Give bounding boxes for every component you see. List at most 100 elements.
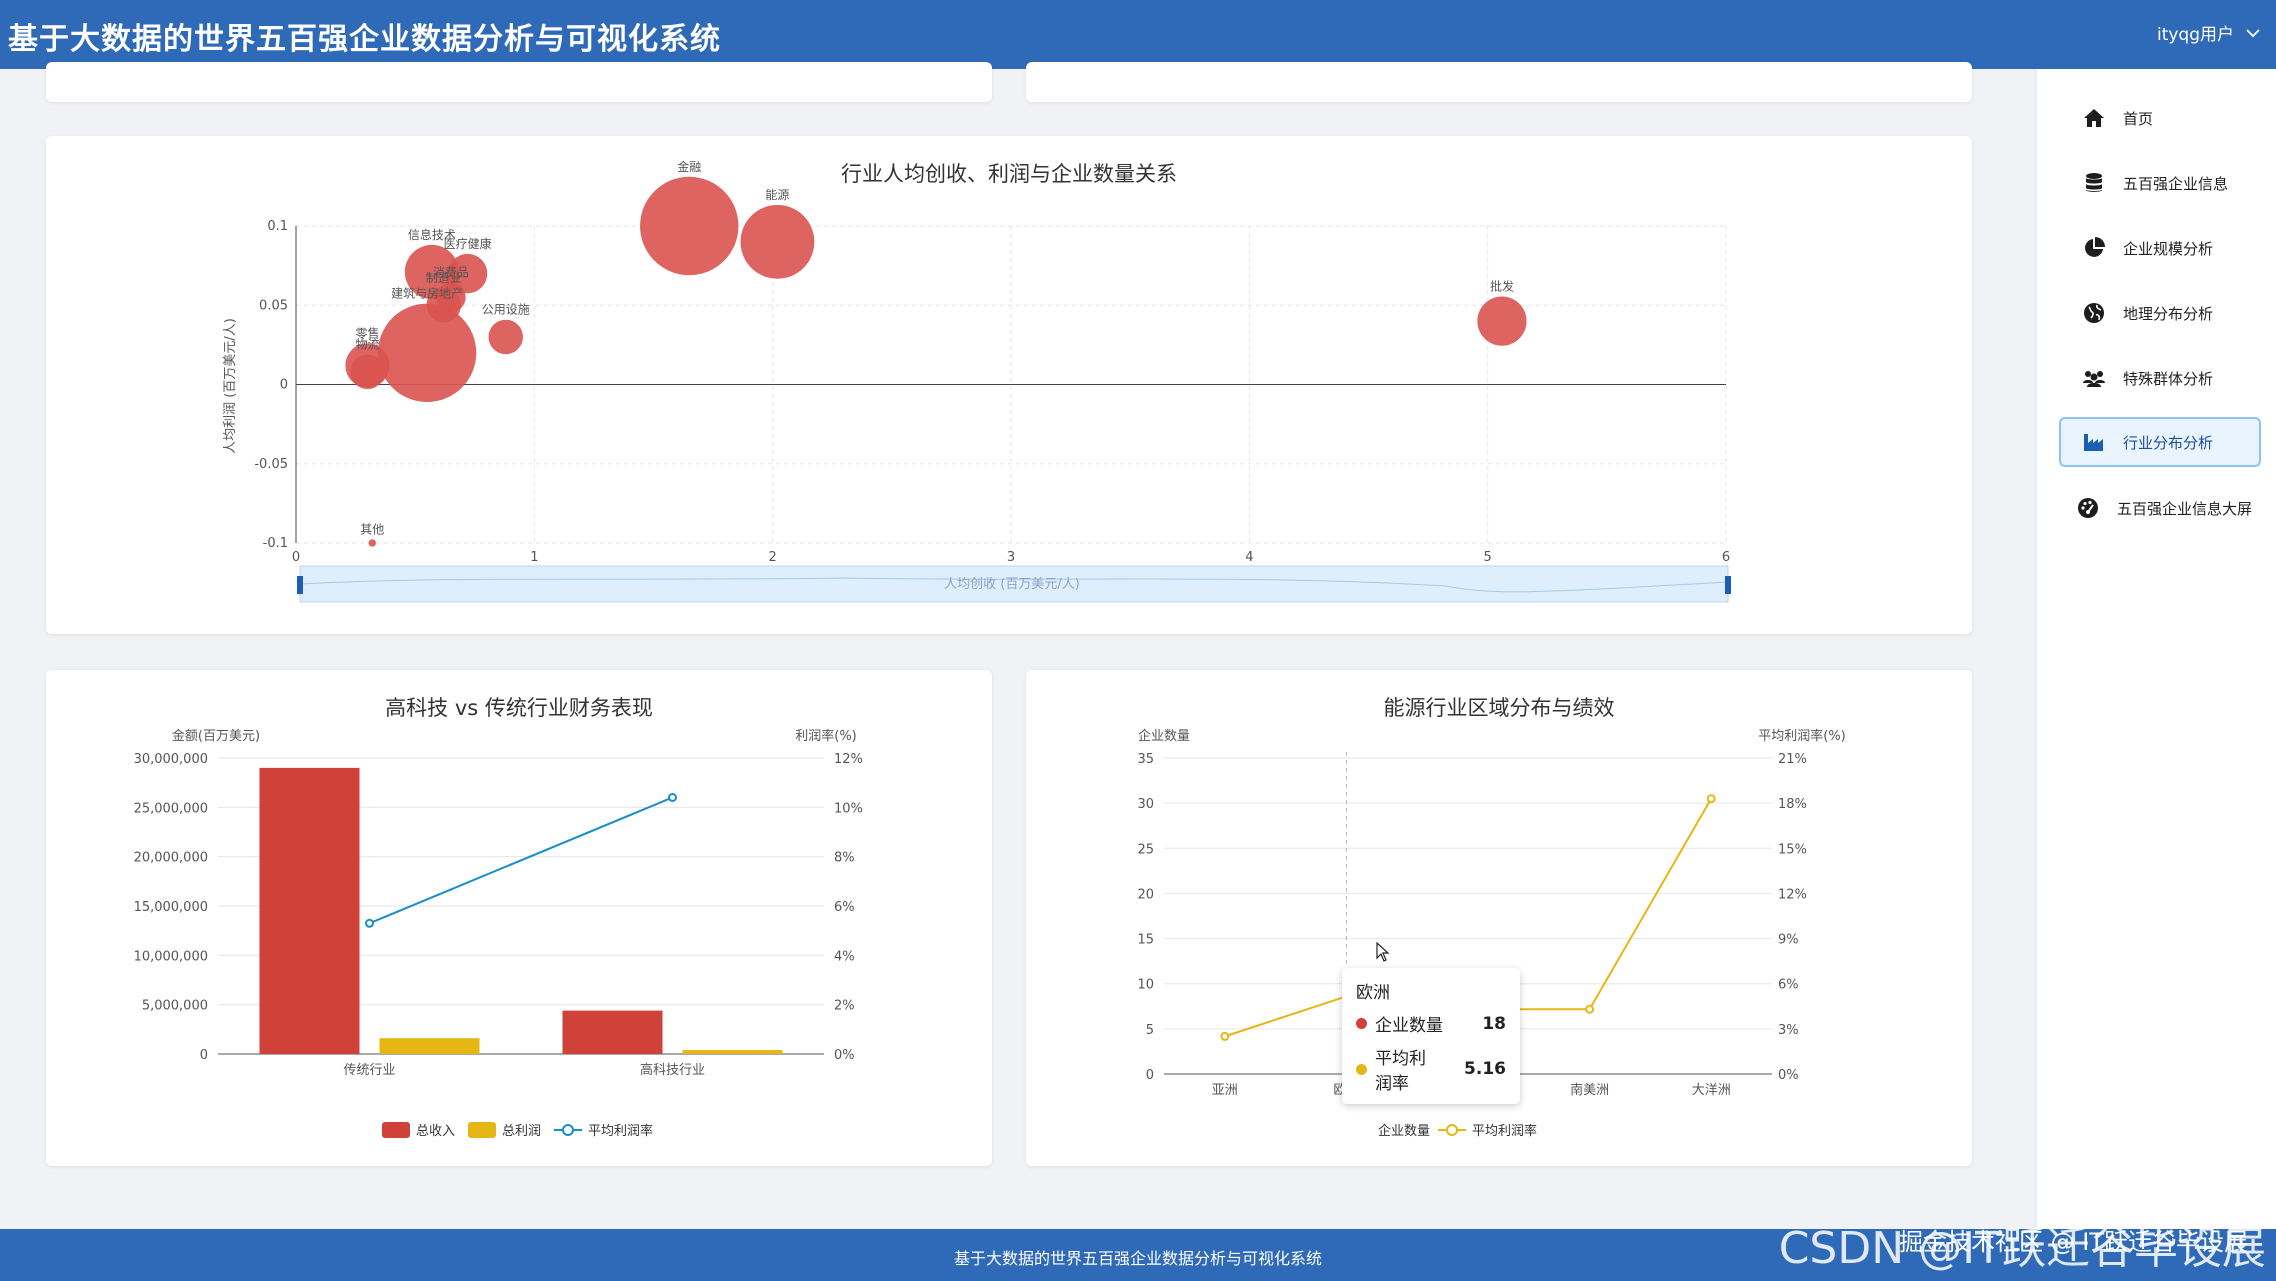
- bar-总利润: [682, 1050, 783, 1054]
- x-tick-label: 大洋洲: [1692, 1083, 1731, 1098]
- bubble-label: 金融: [677, 159, 701, 174]
- left-tick-label: 15: [1137, 933, 1154, 948]
- right-tick-label: 12%: [834, 752, 863, 767]
- legend-label: 总利润: [502, 1124, 541, 1139]
- x-axis-label: 人均创收 (百万美元/人): [944, 577, 1080, 592]
- sidebar-item-industry[interactable]: 行业分布分析: [2059, 417, 2261, 467]
- right-tick-label: 12%: [1778, 887, 1807, 902]
- line-avg-margin: [369, 796, 673, 925]
- user-menu[interactable]: ityqg用户: [2157, 20, 2262, 45]
- dashboard-icon: [2075, 495, 2101, 521]
- globe-icon: [2081, 300, 2107, 326]
- mouse-cursor-icon: [1376, 942, 1390, 962]
- bubble-label: 医疗健康: [444, 236, 492, 251]
- sidebar-item-scale[interactable]: 企业规模分析: [2059, 223, 2261, 273]
- right-tick-label: 18%: [1778, 797, 1807, 812]
- line-point: [1706, 794, 1716, 804]
- left-tick-label: 30: [1137, 797, 1154, 812]
- left-axis-label: 企业数量: [1138, 728, 1190, 744]
- bar-总收入: [259, 767, 360, 1054]
- zoom-handle-right: [1725, 576, 1731, 594]
- sidebar-item-label: 企业规模分析: [2123, 239, 2214, 258]
- sidebar-item-home[interactable]: 首页: [2059, 93, 2261, 143]
- bubble-chart: 0 1 2 3 4 5 6 0.1 0.05 0 -0.05 -0.1 人均利润 (百万美元/人) 人均创…: [223, 159, 1731, 603]
- left-tick-label: 35: [1137, 752, 1154, 767]
- legend-swatch: [562, 1124, 574, 1136]
- left-axis-label: 金额(百万美元): [172, 728, 260, 744]
- x-tick-label: 5: [1484, 550, 1492, 565]
- bar-chart: 金额(百万美元) 利润率(%) 0 0% 5,000,000 2% 10,000,000 4%…: [134, 728, 863, 1139]
- line-point: [1220, 1031, 1230, 1041]
- legend-swatch: [382, 1122, 410, 1138]
- left-tick-label: 0: [1146, 1068, 1154, 1083]
- legend-swatch: [1446, 1124, 1458, 1136]
- users-icon: [2081, 365, 2107, 391]
- left-tick-label: 25,000,000: [134, 801, 208, 816]
- bubble-point: [350, 354, 385, 390]
- left-tick-label: 5: [1146, 1023, 1154, 1038]
- bar-总利润: [379, 1038, 480, 1054]
- y-tick-label: -0.1: [263, 536, 288, 551]
- x-tick-label: 南美洲: [1570, 1082, 1609, 1098]
- sidebar-item-label: 特殊群体分析: [2123, 369, 2214, 388]
- sidebar-item-label: 行业分布分析: [2123, 433, 2214, 452]
- home-icon: [2081, 105, 2107, 131]
- right-tick-label: 3%: [1778, 1023, 1799, 1038]
- partial-card-right: [1026, 62, 1972, 102]
- right-tick-label: 9%: [1778, 933, 1799, 948]
- tooltip-row-value: 18: [1482, 1013, 1506, 1034]
- bubble-label: 其他: [360, 522, 384, 536]
- tooltip-row-name: 企业数量: [1375, 1016, 1443, 1036]
- bubble-point: [488, 319, 523, 355]
- bubble-label: 建筑与房地产: [391, 286, 463, 301]
- sidebar-item-company-info[interactable]: 五百强企业信息: [2059, 158, 2261, 208]
- x-tick-label: 亚洲: [1212, 1083, 1238, 1098]
- bubble-point: [640, 176, 739, 276]
- tooltip-row: 平均利润率 5.16: [1356, 1044, 1506, 1094]
- right-tick-label: 15%: [1778, 842, 1807, 857]
- right-axis-label: 利润率(%): [795, 728, 857, 744]
- bar-chart-card: 高科技 vs 传统行业财务表现 金额(百万美元) 利润率(%) 0 0% 5,000,0…: [46, 670, 992, 1166]
- bubble-label: 制造业: [426, 271, 462, 285]
- user-name: ityqg用户: [2156, 25, 2234, 45]
- bubble-point: [740, 204, 815, 279]
- right-tick-label: 6%: [834, 900, 855, 915]
- right-tick-label: 8%: [834, 851, 855, 866]
- legend-label: 总收入: [416, 1124, 455, 1139]
- bubble-label: 批发: [1490, 279, 1514, 294]
- industry-icon: [2081, 429, 2107, 455]
- legend-label: 企业数量: [1378, 1123, 1430, 1139]
- x-tick-label: 传统行业: [343, 1063, 395, 1078]
- sidebar-item-dashboard[interactable]: 五百强企业信息大屏: [2059, 483, 2261, 533]
- sidebar-item-label: 五百强企业信息: [2123, 174, 2229, 193]
- left-tick-label: 20,000,000: [134, 851, 208, 866]
- sidebar-item-geo[interactable]: 地理分布分析: [2059, 288, 2261, 338]
- right-tick-label: 2%: [834, 999, 855, 1014]
- y-tick-label: 0.1: [267, 219, 288, 234]
- legend-swatch: [468, 1122, 496, 1138]
- sidebar-item-groups[interactable]: 特殊群体分析: [2059, 353, 2261, 403]
- bubble-label: 公用设施: [482, 303, 530, 317]
- energy-chart-card: 能源行业区域分布与绩效 企业数量 平均利润率(%) 0 0% 5 3% 10 6% 15 9% 20…: [1026, 670, 1972, 1166]
- chevron-down-icon: [2246, 28, 2260, 37]
- juejin-watermark: 掘金技术社区 @ IT跃迁谷毕设展: [1899, 1228, 2248, 1256]
- x-tick-label: 3: [1007, 550, 1015, 565]
- y-tick-label: 0: [280, 378, 288, 393]
- tooltip-row-name: 平均利润率: [1375, 1049, 1426, 1094]
- bubble-point: [1477, 296, 1527, 346]
- right-tick-label: 0%: [1778, 1068, 1799, 1083]
- sidebar-item-label: 首页: [2123, 109, 2154, 128]
- line-point: [1585, 1004, 1595, 1014]
- right-tick-label: 10%: [834, 801, 863, 816]
- bubble-point: [368, 539, 376, 547]
- line-point: [365, 918, 374, 928]
- x-tick-label: 1: [530, 550, 538, 565]
- tooltip-title: 欧洲: [1356, 983, 1390, 1003]
- x-tick-label: 高科技行业: [640, 1062, 705, 1078]
- sidebar-item-label: 地理分布分析: [2123, 304, 2214, 323]
- bubble-label: 物流: [355, 338, 379, 352]
- right-axis-label: 平均利润率(%): [1758, 728, 1846, 744]
- left-tick-label: 15,000,000: [134, 900, 208, 915]
- chart-tooltip: 欧洲 企业数量 18 平均利润率 5.16: [1342, 968, 1520, 1104]
- bubble-chart-card: 行业人均创收、利润与企业数量关系 0 1 2 3 4 5 6 0.1 0.05 0 -0.05 -0.…: [46, 136, 1972, 634]
